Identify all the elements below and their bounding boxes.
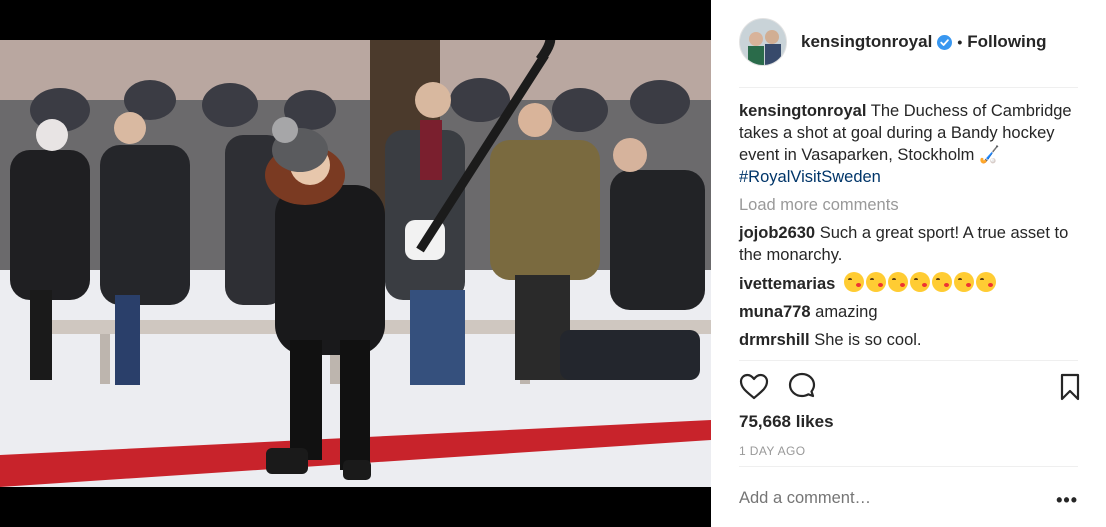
face-blowing-kiss-icon: [865, 272, 886, 292]
face-blowing-kiss-icon: [975, 272, 996, 292]
comment-text: She is so cool.: [814, 331, 922, 349]
kiss-emoji-group: [843, 272, 996, 292]
heart-icon[interactable]: [739, 372, 769, 402]
following-button[interactable]: Following: [967, 32, 1046, 52]
post-timestamp: 1 DAY AGO: [739, 444, 806, 458]
header-username[interactable]: kensingtonroyal: [801, 32, 932, 52]
bandy-photo-illustration: [0, 40, 711, 487]
hashtag-link[interactable]: #RoyalVisitSweden: [739, 168, 881, 186]
comments-section: kensingtonroyal The Duchess of Cambridge…: [739, 100, 1084, 351]
verified-badge-icon: [937, 34, 953, 50]
load-more-comments-button[interactable]: Load more comments: [739, 194, 1084, 216]
avatar[interactable]: [739, 18, 787, 66]
comment-username[interactable]: ivettemarias: [739, 275, 835, 293]
comment-item: ivettemarias: [739, 272, 1084, 295]
caption: kensingtonroyal The Duchess of Cambridge…: [739, 100, 1084, 188]
comment-username[interactable]: jojob2630: [739, 224, 815, 242]
face-blowing-kiss-icon: [909, 272, 930, 292]
face-blowing-kiss-icon: [953, 272, 974, 292]
header-separator: •: [957, 34, 963, 50]
actions-divider: [739, 360, 1078, 361]
hockey-stick-emoji-icon: 🏑: [979, 146, 1000, 164]
avatar-image-icon: [740, 19, 786, 65]
post-sidebar: kensingtonroyal • Following kensingtonro…: [711, 0, 1106, 527]
bookmark-icon[interactable]: [1055, 372, 1085, 402]
face-blowing-kiss-icon: [887, 272, 908, 292]
more-options-icon[interactable]: •••: [1056, 490, 1078, 511]
post-header: kensingtonroyal • Following: [739, 18, 1079, 66]
action-bar: [739, 372, 1080, 402]
face-blowing-kiss-icon: [843, 272, 864, 292]
comment-box-divider: [739, 466, 1078, 467]
comment-item: jojob2630 Such a great sport! A true ass…: [739, 222, 1084, 266]
likes-count[interactable]: 75,668 likes: [739, 412, 834, 432]
comment-item: muna778 amazing: [739, 301, 1084, 323]
post-photo[interactable]: [0, 40, 711, 487]
comment-text: amazing: [815, 303, 878, 321]
post-media[interactable]: [0, 0, 711, 527]
comment-item: drmrshill She is so cool.: [739, 329, 1084, 351]
add-comment-input[interactable]: [739, 489, 1039, 508]
speech-bubble-icon[interactable]: [787, 372, 817, 402]
face-blowing-kiss-icon: [931, 272, 952, 292]
comment-username[interactable]: drmrshill: [739, 331, 810, 349]
comment-username[interactable]: muna778: [739, 303, 811, 321]
header-divider: [739, 87, 1078, 88]
caption-username[interactable]: kensingtonroyal: [739, 102, 866, 120]
